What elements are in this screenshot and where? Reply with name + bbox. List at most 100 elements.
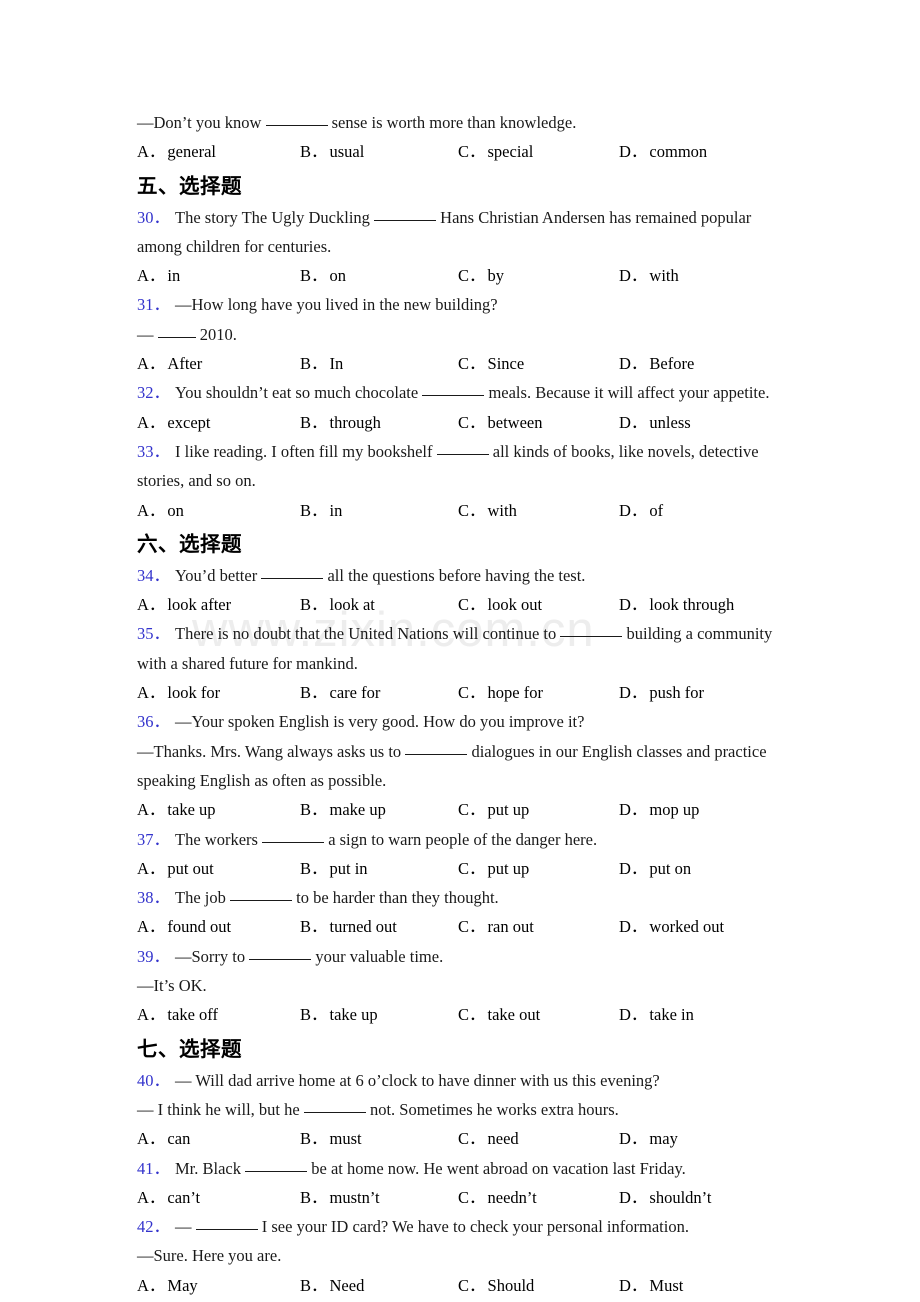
option-tag: C． [458,354,486,374]
option-c[interactable]: C． take out [458,1000,540,1029]
option-tag: C． [458,500,486,520]
option-d[interactable]: D． may [619,1124,678,1153]
document-page: www.zixin.com.cn —Don’t you know sense i… [0,0,920,1302]
option-b[interactable]: B． Need [300,1271,364,1300]
option-d[interactable]: D． push for [619,678,704,707]
option-tag: B． [300,142,328,162]
option-tag: C． [458,917,486,937]
option-c[interactable]: C． put up [458,854,529,883]
option-row: A． take off B． take up C． take out D． take in [137,1000,785,1029]
option-tag: D． [619,354,648,374]
option-a[interactable]: A． look for [137,678,220,707]
option-c[interactable]: C． between [458,408,543,437]
option-b[interactable]: B． turned out [300,912,397,941]
option-d[interactable]: D． Must [619,1271,683,1300]
option-d[interactable]: D． look through [619,590,734,619]
option-a[interactable]: A． found out [137,912,231,941]
option-text: by [487,266,505,286]
option-c[interactable]: C． by [458,261,504,290]
option-a[interactable]: A． except [137,408,210,437]
option-a[interactable]: A． general [137,137,216,166]
option-c[interactable]: C． look out [458,590,542,619]
answer-blank [303,1101,366,1113]
option-text: Must [649,1275,684,1295]
option-b[interactable]: B． through [300,408,381,437]
option-a[interactable]: A． in [137,261,180,290]
option-text: ran out [487,917,534,937]
option-tag: D． [619,1187,648,1207]
option-b[interactable]: B． care for [300,678,380,707]
option-c[interactable]: C． with [458,496,517,525]
option-d[interactable]: D． mop up [619,795,699,824]
option-a[interactable]: A． on [137,496,184,525]
option-b[interactable]: B． make up [300,795,386,824]
option-b[interactable]: B． look at [300,590,375,619]
option-tag: D． [619,1005,648,1025]
option-a[interactable]: A． look after [137,590,231,619]
option-d[interactable]: D． unless [619,408,691,437]
option-a[interactable]: A． can [137,1124,190,1153]
option-c[interactable]: C． Since [458,349,524,378]
option-text: In [329,354,344,374]
option-tag: D． [619,266,648,286]
question-line: 37． The workers a sign to warn people of … [137,825,785,854]
option-d[interactable]: D． put on [619,854,691,883]
question-text: —It’s OK. [137,976,207,996]
option-a[interactable]: A． After [137,349,202,378]
question-text: — [175,1217,192,1237]
option-a[interactable]: A． take off [137,1000,218,1029]
question-text: Hans Christian Andersen has remained pop… [440,207,752,227]
question-text: not. Sometimes he works extra hours. [369,1099,619,1119]
question-number: 33． [137,441,170,461]
option-d[interactable]: D． Before [619,349,694,378]
option-tag: C． [458,412,486,432]
option-text: May [167,1275,198,1295]
question-text: —Thanks. Mrs. Wang always asks us to [137,741,402,761]
option-tag: B． [300,683,328,703]
option-d[interactable]: D． of [619,496,663,525]
option-tag: B． [300,354,328,374]
question-text: — Will dad arrive home at 6 o’clock to h… [175,1070,660,1090]
option-b[interactable]: B． must [300,1124,362,1153]
option-c[interactable]: C． ran out [458,912,534,941]
option-b[interactable]: B． In [300,349,343,378]
option-text: general [167,142,216,162]
option-b[interactable]: B． put in [300,854,368,883]
option-text: can [167,1129,191,1149]
option-a[interactable]: A． take up [137,795,216,824]
option-c[interactable]: C． hope for [458,678,543,707]
question-text: There is no doubt that the United Nation… [175,624,557,644]
option-text: Need [329,1275,365,1295]
option-c[interactable]: C． Should [458,1271,534,1300]
option-b[interactable]: B． take up [300,1000,378,1029]
option-d[interactable]: D． shouldn’t [619,1183,711,1212]
option-d[interactable]: D． worked out [619,912,724,941]
option-c[interactable]: C． special [458,137,533,166]
option-tag: C． [458,1005,486,1025]
question-text: building a community [626,624,773,644]
option-d[interactable]: D． with [619,261,679,290]
option-text: look at [329,595,375,615]
option-tag: D． [619,800,648,820]
option-text: special [487,142,534,162]
option-c[interactable]: C． needn’t [458,1183,537,1212]
option-text: except [167,412,211,432]
option-c[interactable]: C． put up [458,795,529,824]
option-b[interactable]: B． usual [300,137,364,166]
option-a[interactable]: A． May [137,1271,198,1300]
option-a[interactable]: A． can’t [137,1183,200,1212]
option-a[interactable]: A． put out [137,854,214,883]
option-b[interactable]: B． in [300,496,342,525]
question-number: 36． [137,712,170,732]
option-d[interactable]: D． take in [619,1000,694,1029]
option-b[interactable]: B． mustn’t [300,1183,380,1212]
option-c[interactable]: C． need [458,1124,519,1153]
option-row: A． can’t B． mustn’t C． needn’t D． shouldn’t [137,1183,785,1212]
question-text: — I think he will, but he [137,1099,300,1119]
question-number: 38． [137,888,170,908]
option-tag: A． [137,1275,166,1295]
option-d[interactable]: D． common [619,137,707,166]
question-line: 31． —How long have you lived in the new b… [137,290,785,319]
question-text: —Your spoken English is very good. How d… [175,712,585,732]
option-b[interactable]: B． on [300,261,346,290]
